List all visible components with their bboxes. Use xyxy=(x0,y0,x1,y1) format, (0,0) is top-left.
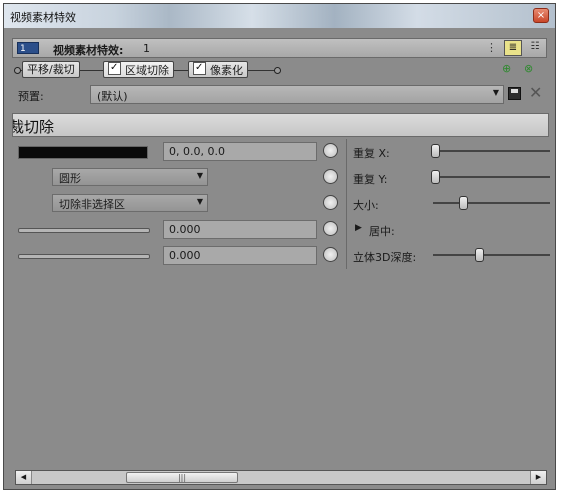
param-row: 0, 0.0, 0.0 重复 X: xyxy=(12,139,550,165)
delete-preset-icon[interactable]: ✕ xyxy=(529,83,542,102)
param-right-cell: 重复 Y: xyxy=(346,165,550,191)
color-value-field[interactable]: 0, 0.0, 0.0 xyxy=(163,142,317,161)
repeat-x-slider-thumb[interactable] xyxy=(431,144,440,158)
scroll-left-icon[interactable]: ◀ xyxy=(16,471,32,484)
scroll-thumb[interactable]: ||| xyxy=(126,472,238,483)
param-right-cell: ▶ 居中: xyxy=(346,217,550,243)
plugin-button-cookie-cutter[interactable]: 区域切除 xyxy=(103,60,174,78)
checkbox-icon[interactable] xyxy=(193,60,206,75)
section-title: 裁切除 xyxy=(12,118,55,136)
size-label: 大小: xyxy=(353,199,379,212)
title-bar[interactable]: 视频素材特效 × xyxy=(4,4,555,28)
param-left-cell: 0.000 xyxy=(12,243,345,269)
parameter-grid: 0, 0.0, 0.0 重复 X: 圆形 ▼ 重复 Y: 切除非选择区 ▼ 大小… xyxy=(12,139,550,271)
color-swatch[interactable] xyxy=(18,146,148,159)
add-plugin-icon[interactable]: ⊕ xyxy=(502,62,511,75)
plugin-label: 区域切除 xyxy=(125,64,169,77)
plugin-button-pan-crop[interactable]: 平移/裁切 xyxy=(22,61,80,78)
remove-plugin-icon[interactable]: ⊗ xyxy=(524,62,533,75)
repeat-y-label: 重复 Y: xyxy=(353,173,388,186)
close-button[interactable]: × xyxy=(533,8,549,23)
param-value-field[interactable]: 0.000 xyxy=(163,220,317,239)
center-label: 居中: xyxy=(369,225,395,238)
cut-mode-dropdown[interactable]: 切除非选择区 ▼ xyxy=(52,194,208,212)
preset-row: 预置: (默认) ▼ ✕ xyxy=(12,83,547,106)
chevron-down-icon: ▼ xyxy=(196,171,203,180)
stereo-depth-slider-track[interactable] xyxy=(433,254,550,256)
keyframe-clock-icon[interactable] xyxy=(323,221,338,236)
preset-value: (默认) xyxy=(97,90,128,103)
param-left-cell: 切除非选择区 ▼ xyxy=(12,191,345,217)
keyframe-clock-icon[interactable] xyxy=(323,169,338,184)
chain-start-dot xyxy=(14,67,21,74)
preset-dropdown[interactable]: (默认) ▼ xyxy=(90,85,504,104)
section-header[interactable]: 裁切除 xyxy=(12,113,549,137)
size-slider-track[interactable] xyxy=(433,202,550,204)
repeat-x-label: 重复 X: xyxy=(353,147,390,160)
horizontal-scrollbar[interactable]: ◀ ||| ▶ xyxy=(15,470,547,485)
repeat-y-slider-thumb[interactable] xyxy=(431,170,440,184)
grid-view-button[interactable]: ☷ xyxy=(526,40,544,56)
param-row: 切除非选择区 ▼ 大小: xyxy=(12,191,550,217)
list-view-button[interactable]: ≣ xyxy=(504,40,522,56)
chain-end-dot xyxy=(274,67,281,74)
size-slider-thumb[interactable] xyxy=(459,196,468,210)
param-right-cell: 大小: xyxy=(346,191,550,217)
chevron-down-icon: ▼ xyxy=(492,88,499,97)
param-row: 圆形 ▼ 重复 Y: xyxy=(12,165,550,191)
param-left-cell: 圆形 ▼ xyxy=(12,165,345,191)
fx-header-bar: 1 视频素材特效: 1 ⋮ ≣ ☷ xyxy=(12,38,547,58)
param-right-cell: 重复 X: xyxy=(346,139,550,165)
plugin-label: 平移/裁切 xyxy=(27,63,75,76)
stereo-depth-slider-thumb[interactable] xyxy=(475,248,484,262)
fx-chain-icon: 1 xyxy=(17,42,39,54)
shape-dropdown[interactable]: 圆形 ▼ xyxy=(52,168,208,186)
fx-header-label: 视频素材特效: xyxy=(53,44,124,57)
stereo-depth-label: 立体3D深度: xyxy=(353,251,417,264)
repeat-y-slider-track[interactable] xyxy=(433,176,550,178)
plugin-button-pixelate[interactable]: 像素化 xyxy=(188,60,248,78)
repeat-x-slider-track[interactable] xyxy=(433,150,550,152)
fx-header-count: 1 xyxy=(143,42,150,55)
shape-value: 圆形 xyxy=(59,172,81,185)
param-slider[interactable] xyxy=(18,228,150,233)
param-left-cell: 0.000 xyxy=(12,217,345,243)
window-title: 视频素材特效 xyxy=(10,11,76,24)
cut-mode-value: 切除非选择区 xyxy=(59,198,125,211)
param-row: 0.000 ▶ 居中: xyxy=(12,217,549,243)
keyframe-clock-icon[interactable] xyxy=(323,143,338,158)
scroll-right-icon[interactable]: ▶ xyxy=(530,471,546,484)
keyframe-clock-icon[interactable] xyxy=(323,195,338,210)
expand-triangle-icon[interactable]: ▶ xyxy=(355,223,362,233)
video-fx-window: 视频素材特效 × 1 视频素材特效: 1 ⋮ ≣ ☷ 平移/裁切 区域切除 像素… xyxy=(3,3,556,490)
param-row: 0.000 立体3D深度: xyxy=(12,243,550,269)
param-left-cell: 0, 0.0, 0.0 xyxy=(12,139,345,165)
plugin-label: 像素化 xyxy=(210,64,243,77)
plugin-chain: 平移/裁切 区域切除 像素化 ⊕ ⊗ xyxy=(12,60,547,80)
more-options-icon[interactable]: ⋮ xyxy=(486,41,497,54)
keyframe-clock-icon[interactable] xyxy=(323,247,338,262)
save-preset-icon[interactable] xyxy=(508,87,521,100)
checkbox-icon[interactable] xyxy=(108,60,121,75)
chevron-down-icon: ▼ xyxy=(196,197,203,206)
param-right-cell: 立体3D深度: xyxy=(346,243,550,269)
preset-label: 预置: xyxy=(18,90,44,103)
param-slider[interactable] xyxy=(18,254,150,259)
param-value-field[interactable]: 0.000 xyxy=(163,246,317,265)
